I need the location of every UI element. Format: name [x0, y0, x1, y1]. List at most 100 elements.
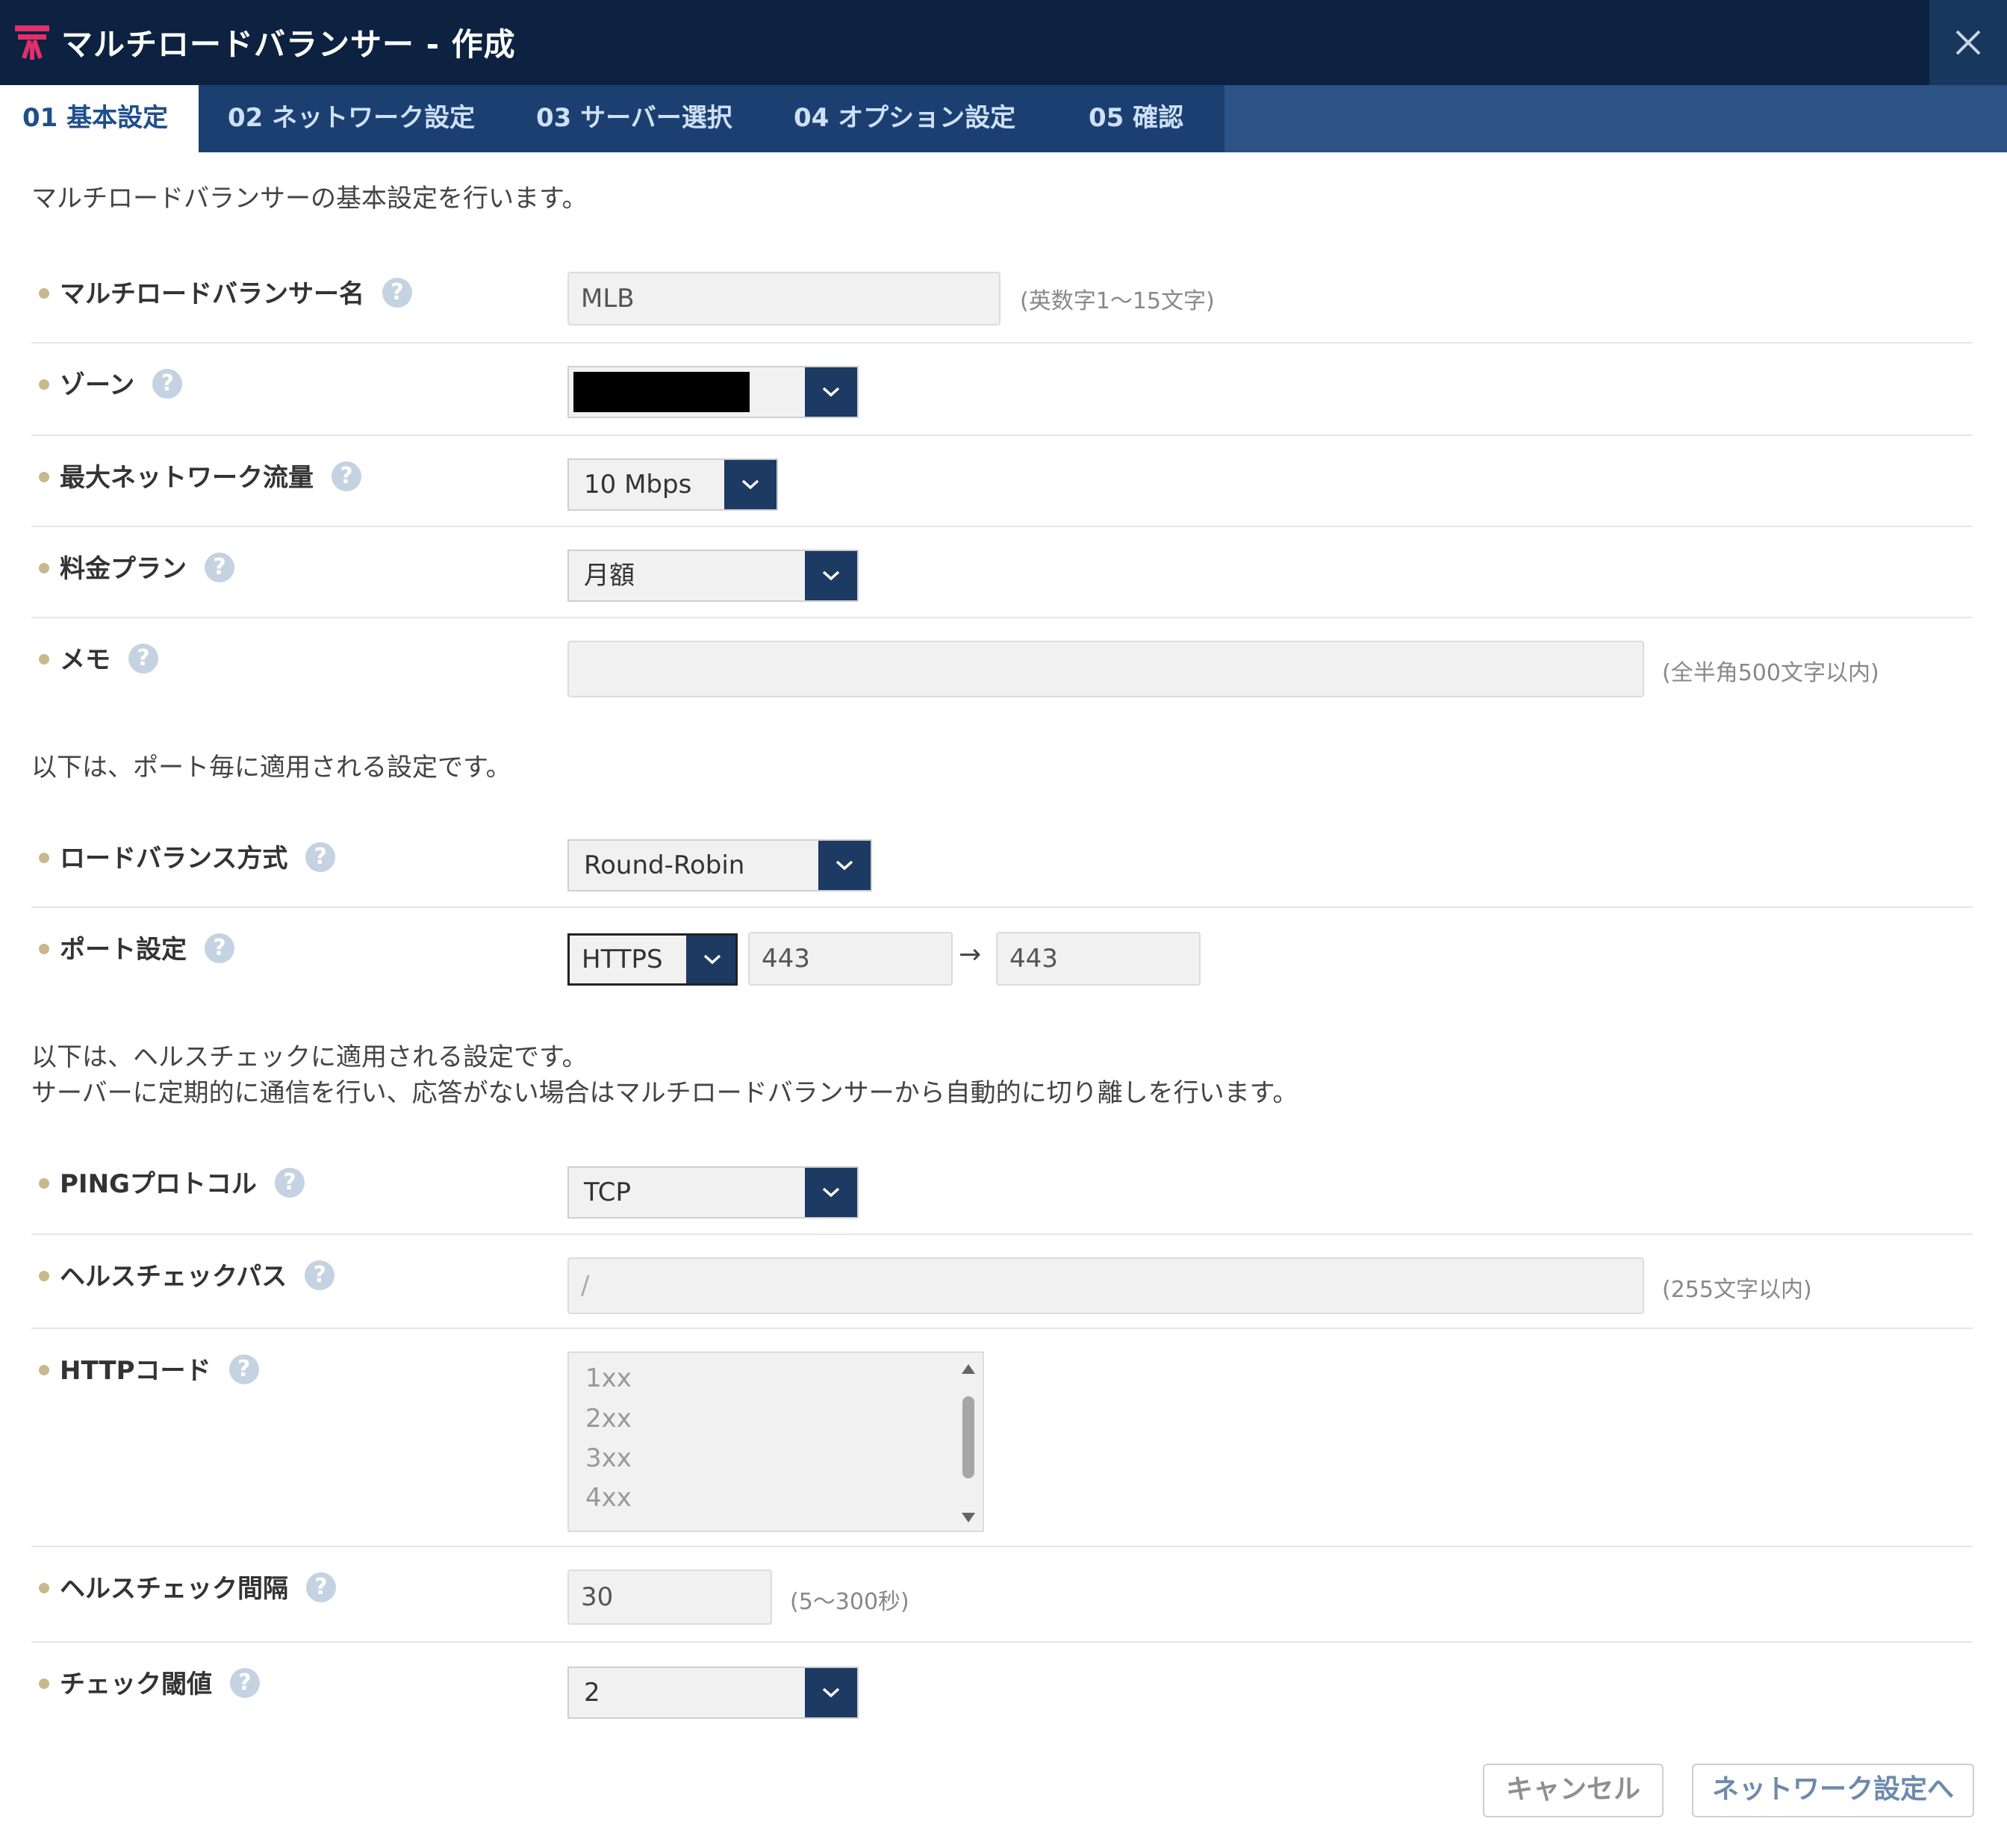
row-bandwidth: 最大ネットワーク流量? 10 Mbps [31, 436, 1973, 527]
close-button[interactable] [1929, 0, 2007, 85]
row-balance-method: ロードバランス方式? Round-Robin [31, 817, 1973, 908]
http-code-option[interactable]: 1xx [585, 1363, 632, 1393]
bullet-icon [39, 471, 49, 482]
close-icon [1955, 30, 1981, 55]
ping-value: TCP [584, 1177, 632, 1207]
http-code-listbox[interactable]: 1xx 2xx 3xx 4xx [567, 1351, 984, 1532]
help-icon[interactable]: ? [205, 552, 234, 582]
ping-label: PINGプロトコル? [39, 1163, 305, 1201]
threshold-label: チェック閾値? [39, 1664, 260, 1701]
tab-confirm[interactable]: 05 確認 [1089, 85, 1183, 152]
balance-method-select[interactable]: Round-Robin [567, 839, 872, 892]
help-icon[interactable]: ? [228, 1354, 259, 1384]
zone-redacted-value [573, 372, 750, 412]
ping-protocol-select[interactable]: TCP [567, 1166, 859, 1219]
balance-dropdown-button[interactable] [818, 841, 871, 890]
zone-select[interactable] [567, 366, 859, 418]
threshold-select[interactable]: 2 [567, 1667, 859, 1719]
interval-label: ヘルスチェック間隔? [39, 1568, 336, 1605]
health-intro-text-1: 以下は、ヘルスチェックに適用される設定です。 [31, 1042, 588, 1072]
plan-select[interactable]: 月額 [567, 550, 859, 602]
memo-input[interactable] [567, 641, 1644, 697]
plan-value: 月額 [584, 561, 635, 591]
help-icon[interactable]: ? [205, 933, 234, 963]
health-path-input[interactable]: / [567, 1257, 1644, 1314]
port-to-input[interactable]: 443 [996, 932, 1201, 986]
chevron-down-icon [741, 479, 759, 490]
row-check-threshold: チェック閾値? 2 [31, 1643, 1973, 1735]
row-health-path: ヘルスチェックパス? / (255文字以内) [31, 1235, 1973, 1329]
bullet-icon [39, 1678, 49, 1689]
tab-server-selection[interactable]: 03 サーバー選択 [536, 85, 732, 152]
help-icon[interactable]: ? [305, 1260, 335, 1290]
health-intro-text-2: サーバーに定期的に通信を行い、応答がない場合はマルチロードバランサーから自動的に… [31, 1078, 1298, 1108]
interval-input[interactable]: 30 [567, 1569, 772, 1625]
memo-label: メモ? [39, 639, 158, 676]
help-icon[interactable]: ? [128, 643, 158, 673]
row-port-settings: ポート設定? HTTPS 443 → 443 [31, 908, 1973, 998]
sakura-cloud-logo-icon [15, 25, 49, 60]
chevron-down-icon [836, 860, 853, 871]
name-input[interactable]: MLB [567, 272, 1001, 326]
http-code-option[interactable]: 4xx [585, 1483, 632, 1513]
row-memo: メモ? (全半角500文字以内) [31, 618, 1973, 708]
title-bar: マルチロードバランサー - 作成 [0, 0, 2007, 85]
bullet-icon [39, 1364, 49, 1375]
threshold-dropdown-button[interactable] [805, 1668, 857, 1717]
tab-option-settings[interactable]: 04 オプション設定 [794, 85, 1015, 152]
scroll-up-icon[interactable] [960, 1362, 977, 1375]
zone-label: ゾーン? [39, 364, 183, 402]
scrollbar[interactable] [960, 1359, 977, 1525]
row-ping-protocol: PINGプロトコル? TCP [31, 1142, 1973, 1235]
help-icon[interactable]: ? [305, 841, 336, 872]
chevron-down-icon [822, 387, 840, 397]
ping-dropdown-button[interactable] [805, 1168, 857, 1217]
zone-dropdown-button[interactable] [805, 367, 857, 417]
bandwidth-label: 最大ネットワーク流量? [39, 457, 361, 494]
port-protocol-dropdown-button[interactable] [686, 936, 735, 983]
port-protocol-value: HTTPS [582, 945, 663, 974]
help-icon[interactable]: ? [332, 461, 361, 491]
memo-hint: (全半角500文字以内) [1662, 660, 1879, 686]
bullet-icon [39, 653, 49, 665]
http-code-label: HTTPコード? [39, 1350, 259, 1387]
bandwidth-dropdown-button[interactable] [724, 460, 777, 509]
cancel-button[interactable]: キャンセル [1483, 1764, 1664, 1817]
port-label: ポート設定? [39, 929, 234, 966]
bullet-icon [39, 287, 49, 299]
row-zone: ゾーン? [31, 343, 1973, 436]
row-health-interval: ヘルスチェック間隔? 30 (5～300秒) [31, 1547, 1973, 1643]
help-icon[interactable]: ? [230, 1667, 260, 1698]
threshold-value: 2 [584, 1678, 600, 1708]
bullet-icon [39, 1270, 49, 1281]
bandwidth-value: 10 Mbps [584, 470, 692, 500]
balance-label: ロードバランス方式? [39, 838, 336, 875]
http-code-option[interactable]: 2xx [585, 1404, 632, 1434]
next-network-settings-button[interactable]: ネットワーク設定へ [1692, 1764, 1974, 1817]
scrollbar-thumb[interactable] [962, 1396, 974, 1478]
bullet-icon [39, 1177, 49, 1189]
bullet-icon [39, 562, 49, 573]
port-from-input[interactable]: 443 [748, 932, 953, 986]
help-icon[interactable]: ? [306, 1572, 336, 1602]
health-path-hint: (255文字以内) [1662, 1277, 1812, 1303]
port-protocol-select[interactable]: HTTPS [567, 933, 738, 986]
bandwidth-select[interactable]: 10 Mbps [567, 458, 778, 511]
window-title: マルチロードバランサー - 作成 [61, 26, 516, 63]
row-name: マルチロードバランサー名? MLB (英数字1～15文字) [31, 258, 1973, 343]
name-hint: (英数字1～15文字) [1020, 288, 1215, 314]
chevron-down-icon [822, 570, 840, 581]
basic-intro-text: マルチロードバランサーの基本設定を行います。 [31, 184, 588, 214]
http-code-option[interactable]: 3xx [585, 1443, 632, 1473]
bullet-icon [39, 852, 49, 863]
help-icon[interactable]: ? [274, 1167, 305, 1198]
help-icon[interactable]: ? [152, 368, 183, 399]
plan-dropdown-button[interactable] [805, 551, 857, 600]
health-path-label: ヘルスチェックパス? [39, 1256, 335, 1293]
help-icon[interactable]: ? [382, 277, 412, 308]
chevron-down-icon [822, 1187, 840, 1198]
tab-basic-settings[interactable]: 01 基本設定 [0, 85, 199, 152]
port-intro-text: 以下は、ポート毎に適用される設定です。 [31, 753, 511, 783]
scroll-down-icon[interactable] [960, 1511, 977, 1525]
tab-network-settings[interactable]: 02 ネットワーク設定 [228, 85, 475, 152]
